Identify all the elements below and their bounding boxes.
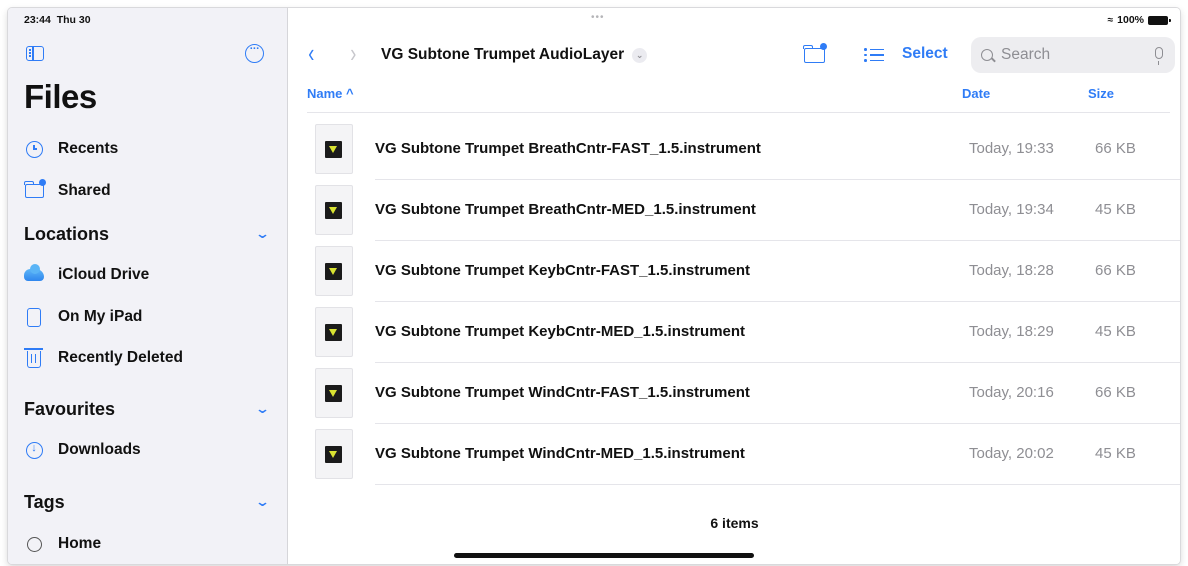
sidebar-item-label: Recently Deleted [58, 349, 183, 366]
section-title: Favourites [24, 398, 116, 419]
section-locations[interactable]: Locations ⌄ [24, 221, 270, 247]
sidebar-item-label: Shared [58, 182, 111, 199]
sidebar-item-label: On My iPad [58, 308, 143, 325]
chevron-down-icon[interactable]: ⌄ [255, 494, 270, 510]
sidebar-item-icloud-drive[interactable]: iCloud Drive [24, 261, 274, 289]
sidebar-item-recents[interactable]: Recents [24, 135, 274, 163]
chevron-down-icon[interactable]: ⌄ [255, 401, 270, 417]
file-name: VG Subtone Trumpet KeybCntr-MED_1.5.inst… [375, 323, 746, 340]
clock-icon [24, 139, 44, 159]
file-row[interactable]: VG Subtone Trumpet KeybCntr-FAST_1.5.ins… [315, 240, 1180, 302]
forward-button[interactable]: › [350, 38, 356, 69]
list-view-button[interactable] [864, 48, 884, 62]
file-name: VG Subtone Trumpet BreathCntr-FAST_1.5.i… [375, 140, 761, 157]
file-row[interactable]: VG Subtone Trumpet BreathCntr-FAST_1.5.i… [315, 118, 1180, 180]
file-name: VG Subtone Trumpet KeybCntr-FAST_1.5.ins… [375, 262, 751, 279]
instrument-file-icon [315, 185, 353, 235]
sidebar-item-shared[interactable]: Shared [23, 177, 274, 205]
sidebar-item-label: Downloads [58, 441, 141, 458]
search-icon [981, 49, 993, 61]
instrument-file-icon [315, 368, 353, 418]
file-size: 45 KB [1095, 323, 1136, 340]
instrument-file-icon [315, 246, 353, 296]
sidebar-item-label: Home [58, 535, 102, 552]
instrument-file-icon [315, 124, 353, 174]
file-row[interactable]: VG Subtone Trumpet KeybCntr-MED_1.5.inst… [315, 301, 1180, 363]
items-count: 6 items [710, 515, 759, 531]
sidebar-item-downloads[interactable]: ↓ Downloads [24, 436, 274, 464]
file-size: 45 KB [1095, 445, 1136, 462]
more-options-icon[interactable]: ··· [245, 44, 264, 63]
file-row[interactable]: VG Subtone Trumpet BreathCntr-MED_1.5.in… [315, 179, 1180, 241]
file-date: Today, 19:34 [969, 201, 1054, 218]
status-date: Thu 30 [56, 14, 91, 26]
status-time-date: 23:44 Thu 30 [24, 14, 91, 26]
status-time: 23:44 [24, 14, 51, 26]
divider [307, 112, 1170, 113]
main-content: ••• ≈ 100% ‹ › VG Subtone Trumpet AudioL… [289, 8, 1180, 564]
column-header-date[interactable]: Date [962, 86, 990, 101]
file-size: 45 KB [1095, 201, 1136, 218]
microphone-icon[interactable] [1155, 47, 1163, 65]
chevron-down-icon[interactable]: ⌄ [255, 226, 270, 242]
icloud-icon [24, 264, 44, 285]
file-size: 66 KB [1095, 384, 1136, 401]
wifi-icon: ≈ [1107, 14, 1114, 26]
column-header-name[interactable]: Name ^ [307, 86, 354, 101]
file-date: Today, 20:16 [969, 384, 1054, 401]
page-title: Files [24, 78, 97, 115]
new-folder-icon [803, 43, 827, 63]
files-app-window: 23:44 Thu 30 ··· Files Recents Shared Lo… [8, 8, 1180, 564]
file-size: 66 KB [1095, 140, 1136, 157]
search-input[interactable] [1001, 46, 1141, 64]
ipad-icon [24, 307, 44, 327]
file-name: VG Subtone Trumpet WindCntr-FAST_1.5.ins… [375, 384, 750, 401]
section-tags[interactable]: Tags ⌄ [24, 489, 270, 515]
sidebar-item-label: iCloud Drive [58, 266, 150, 283]
sidebar-item-on-my-ipad[interactable]: On My iPad [24, 303, 274, 331]
file-row[interactable]: VG Subtone Trumpet WindCntr-FAST_1.5.ins… [315, 362, 1180, 424]
column-header-size[interactable]: Size [1088, 86, 1114, 101]
chevron-down-icon[interactable]: ⌄ [632, 47, 648, 63]
tag-circle-icon [24, 534, 44, 554]
download-icon: ↓ [24, 440, 44, 460]
status-right: ≈ 100% [1107, 14, 1171, 26]
section-title: Locations [24, 223, 110, 244]
sidebar-item-tag-home[interactable]: Home [24, 530, 274, 558]
file-name: VG Subtone Trumpet WindCntr-MED_1.5.inst… [375, 445, 745, 462]
divider [375, 484, 1180, 485]
folder-title[interactable]: VG Subtone Trumpet AudioLayer ⌄ [381, 46, 648, 64]
select-button[interactable]: Select [902, 45, 948, 63]
home-indicator[interactable] [454, 553, 754, 558]
file-row[interactable]: VG Subtone Trumpet WindCntr-MED_1.5.inst… [315, 423, 1180, 485]
file-size: 66 KB [1095, 262, 1136, 279]
new-folder-button[interactable] [803, 43, 827, 63]
section-favourites[interactable]: Favourites ⌄ [24, 396, 270, 422]
multitasking-dots[interactable]: ••• [591, 12, 605, 23]
shared-folder-icon [23, 179, 46, 201]
sidebar-item-label: Recents [58, 140, 119, 157]
folder-title-text: VG Subtone Trumpet AudioLayer [381, 46, 625, 63]
back-button[interactable]: ‹ [308, 38, 314, 69]
file-date: Today, 18:28 [969, 262, 1054, 279]
sidebar-toggle-icon[interactable] [26, 46, 44, 61]
file-date: Today, 20:02 [969, 445, 1054, 462]
instrument-file-icon [315, 429, 353, 479]
search-field[interactable] [971, 37, 1175, 73]
trash-icon [24, 348, 44, 368]
section-title: Tags [24, 491, 65, 512]
sidebar-item-recently-deleted[interactable]: Recently Deleted [24, 344, 274, 372]
battery-percent: 100% [1117, 14, 1144, 26]
file-date: Today, 19:33 [969, 140, 1054, 157]
sidebar: 23:44 Thu 30 ··· Files Recents Shared Lo… [8, 8, 288, 564]
battery-icon [1148, 15, 1171, 25]
file-date: Today, 18:29 [969, 323, 1054, 340]
file-name: VG Subtone Trumpet BreathCntr-MED_1.5.in… [375, 201, 756, 218]
instrument-file-icon [315, 307, 353, 357]
